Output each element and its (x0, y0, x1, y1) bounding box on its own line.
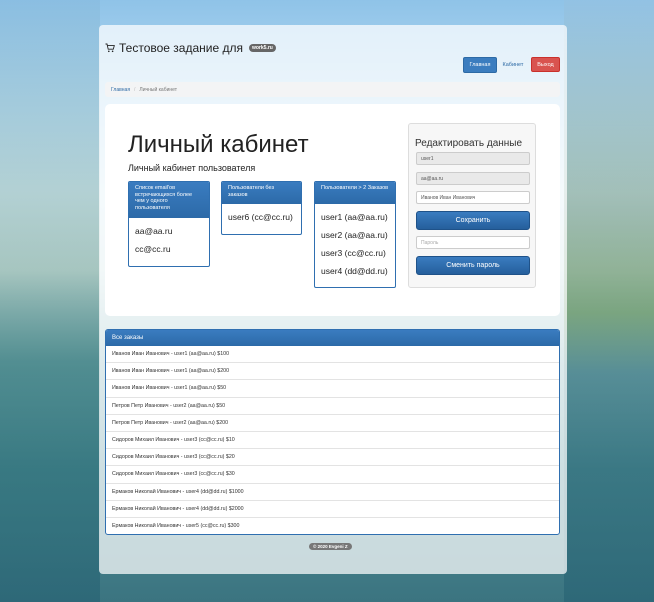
panel-users-more-than-2-orders: Пользователи > 2 Заказов user1 (aa@aa.ru… (314, 181, 396, 288)
email-field[interactable]: aa@aa.ru (416, 172, 530, 185)
table-row: Ермаков Николай Иванович - user4 (dd@dd.… (106, 484, 559, 501)
name-field[interactable]: Иванов Иван Иванович (416, 191, 530, 204)
page-subtitle: Личный кабинет пользователя (128, 163, 256, 173)
panel-users-without-orders: Пользователи без заказов user6 (cc@cc.ru… (221, 181, 302, 235)
jumbotron: Личный кабинет Личный кабинет пользовате… (105, 104, 560, 316)
page-container: Тестовое задание для work5.ru Главная Ка… (99, 25, 567, 574)
brand[interactable]: Тестовое задание для work5.ru (105, 41, 276, 55)
save-button[interactable]: Сохранить (416, 211, 530, 230)
table-row: Ермаков Николай Иванович - user5 (cc@cc.… (112, 523, 240, 530)
panel-heading: Пользователи без заказов (222, 182, 301, 204)
breadcrumb: Главная / Личный кабинет (105, 82, 560, 97)
panel-body: aa@aa.ru cc@cc.ru (129, 218, 209, 262)
orders-heading: Все заказы (106, 330, 559, 346)
breadcrumb-separator: / (134, 86, 136, 93)
edit-profile-form: Редактировать данные user1 aa@aa.ru Иван… (408, 123, 536, 288)
brand-title: Тестовое задание для (119, 41, 243, 55)
list-item: user2 (aa@aa.ru) (321, 230, 388, 240)
list-item: user6 (cc@cc.ru) (228, 212, 293, 222)
table-row: Сидоров Михаил Иванович - user3 (cc@cc.r… (106, 449, 559, 467)
table-row: Иванов Иван Иванович - user1 (aa@aa.ru) … (106, 363, 559, 381)
table-row: Ермаков Николай Иванович - user4 (dd@dd.… (106, 501, 559, 518)
edit-form-title: Редактировать данные (415, 138, 523, 149)
table-row: Петров Петр Иванович - user2 (aa@aa.ru) … (106, 415, 559, 432)
page-title: Личный кабинет (128, 131, 309, 158)
orders-panel: Все заказы Иванов Иван Иванович - user1 … (105, 329, 560, 535)
breadcrumb-home-link[interactable]: Главная (111, 87, 130, 93)
background-left (0, 0, 100, 602)
logout-button[interactable]: Выход (531, 57, 560, 72)
panel-body: user6 (cc@cc.ru) (222, 204, 301, 230)
table-row: Иванов Иван Иванович - user1 (aa@aa.ru) … (106, 346, 559, 364)
nav-home-button[interactable]: Главная (463, 57, 497, 73)
footer-copyright: © 2020 Evgeni Z (309, 543, 352, 550)
table-row: Иванов Иван Иванович - user1 (aa@aa.ru) … (106, 380, 559, 398)
change-password-button[interactable]: Сменить пароль (416, 256, 530, 275)
cart-icon (105, 43, 115, 53)
nav-cabinet-link[interactable]: Кабинет (500, 57, 526, 73)
list-item: user3 (cc@cc.ru) (321, 248, 386, 258)
table-row: Сидоров Михаил Иванович - user3 (cc@cc.r… (106, 466, 559, 484)
panel-body: user1 (aa@aa.ru) user2 (aa@aa.ru) user3 … (315, 204, 395, 284)
brand-badge: work5.ru (248, 44, 276, 52)
background-right (564, 0, 654, 602)
list-item: user4 (dd@dd.ru) (321, 266, 388, 276)
table-row: Сидоров Михаил Иванович - user3 (cc@cc.r… (106, 432, 559, 450)
list-item: cc@cc.ru (135, 244, 171, 254)
panel-heading: Список email'ов встречающихся более чем … (129, 182, 209, 218)
list-item: aa@aa.ru (135, 226, 173, 236)
breadcrumb-current: Личный кабинет (139, 86, 178, 93)
login-field[interactable]: user1 (416, 152, 530, 165)
panel-heading: Пользователи > 2 Заказов (315, 182, 395, 204)
panel-duplicate-emails: Список email'ов встречающихся более чем … (128, 181, 210, 267)
list-item: user1 (aa@aa.ru) (321, 212, 388, 222)
table-row: Петров Петр Иванович - user2 (aa@aa.ru) … (106, 398, 559, 415)
password-field[interactable]: Пароль (416, 236, 530, 249)
